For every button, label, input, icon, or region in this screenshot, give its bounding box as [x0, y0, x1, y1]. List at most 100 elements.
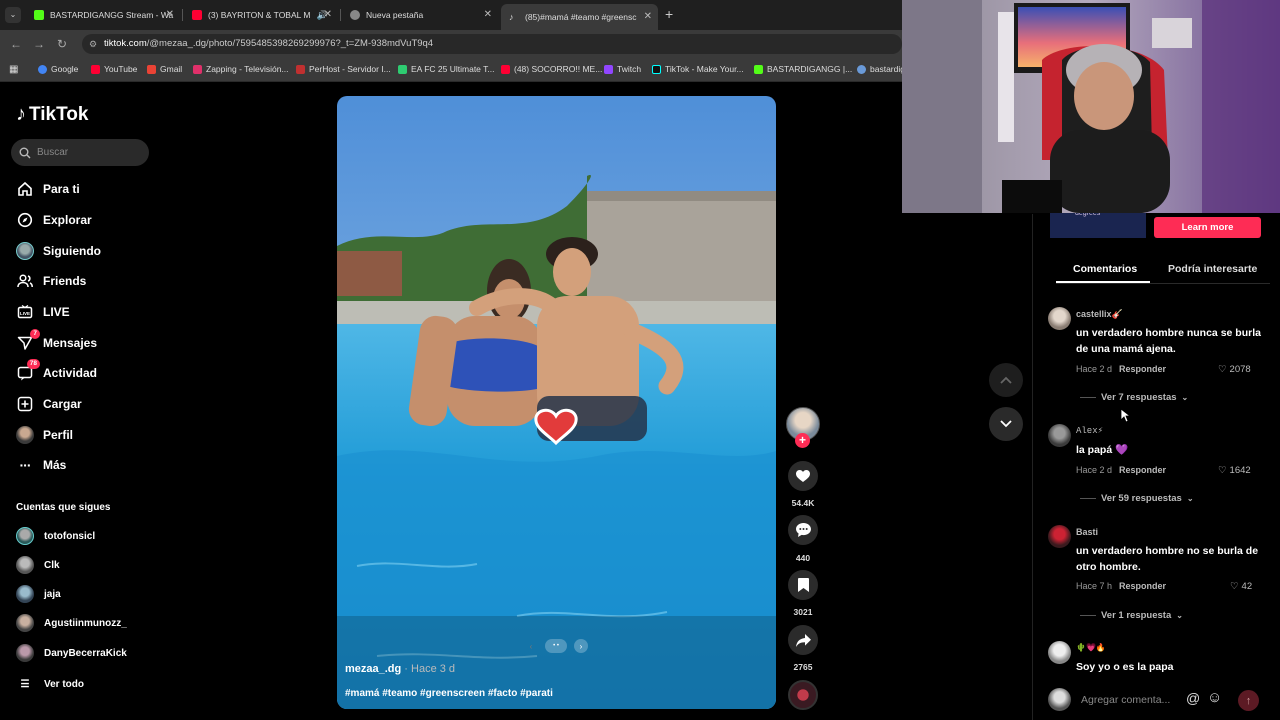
kick-icon: [754, 64, 763, 74]
save-button[interactable]: [788, 570, 818, 600]
nav-live[interactable]: LIVE LIVE: [16, 302, 70, 322]
comment-like-button[interactable]: ♡ 1642: [1218, 465, 1251, 476]
new-tab-button[interactable]: +: [665, 6, 673, 22]
comment-username[interactable]: castellix🎸: [1076, 309, 1123, 320]
heart-outline-icon: ♡: [1218, 465, 1227, 476]
nav-mensajes[interactable]: 7 Mensajes: [16, 329, 97, 353]
bookmark-bastardig[interactable]: bastardig: [857, 64, 905, 74]
bookmark-perhost[interactable]: PerHost - Servidor I...: [296, 64, 391, 74]
reply-button[interactable]: Responder: [1119, 364, 1166, 374]
carousel-next-icon[interactable]: ›: [574, 639, 588, 653]
avatar[interactable]: [1048, 307, 1071, 330]
see-all-following[interactable]: ☰ Ver todo: [16, 675, 85, 693]
reply-button[interactable]: Responder: [1119, 465, 1166, 475]
mention-icon[interactable]: @: [1186, 690, 1200, 706]
carousel-prev-icon[interactable]: ‹: [524, 639, 538, 653]
avatar[interactable]: [1048, 525, 1071, 548]
like-button[interactable]: [788, 461, 818, 491]
apps-grid-icon[interactable]: ▦: [9, 64, 18, 75]
reload-icon[interactable]: ↻: [57, 37, 67, 51]
forward-arrow-icon[interactable]: →: [33, 37, 45, 51]
comment-username[interactable]: 🌵💗🔥: [1076, 643, 1106, 652]
browser-tab-youtube[interactable]: (3) BAYRITON & TOBAL M 🔊 ✕: [184, 4, 338, 26]
twitch-icon: [604, 64, 613, 74]
comment-text: un verdadero hombre nunca se burla de un…: [1076, 327, 1261, 355]
bookmark-bastardigangg[interactable]: BASTARDIGANGG |...: [754, 64, 852, 74]
previous-post-button[interactable]: [989, 363, 1023, 397]
bookmark-socorro[interactable]: (48) SOCORRO!! ME...: [501, 64, 602, 74]
send-comment-button[interactable]: ↑: [1238, 690, 1259, 711]
close-icon[interactable]: ✕: [484, 9, 492, 20]
avatar[interactable]: [1048, 424, 1071, 447]
chrome-favicon-icon: [350, 10, 360, 20]
upload-icon: [16, 395, 34, 413]
post-username[interactable]: mezaa_.dg: [345, 663, 401, 675]
browser-tab-new[interactable]: Nueva pestaña ✕: [342, 4, 498, 26]
tab-comentarios[interactable]: Comentarios: [1073, 263, 1137, 275]
view-replies-button[interactable]: Ver 7 respuestas ⌄: [1080, 392, 1188, 403]
site-info-icon[interactable]: ⚙: [89, 34, 97, 54]
browser-tab-kick[interactable]: BASTARDIGANGG Stream - Wa ✕: [26, 4, 180, 26]
emoji-icon[interactable]: ☺: [1207, 689, 1222, 706]
following-account[interactable]: Agustiinmunozz_: [16, 614, 127, 632]
comment-like-button[interactable]: ♡ 42: [1230, 581, 1252, 592]
comment-like-button[interactable]: ♡ 2078: [1218, 364, 1251, 375]
nav-actividad[interactable]: 78 Actividad: [16, 359, 97, 383]
bookmark-google[interactable]: Google: [38, 64, 78, 74]
post-image: [337, 96, 776, 709]
browser-tab-tiktok[interactable]: ♪ (85)#mamá #teamo #greenscre ✕: [501, 4, 658, 30]
nav-explorar[interactable]: Explorar: [16, 210, 92, 230]
tab-title: (85)#mamá #teamo #greenscre: [525, 12, 637, 22]
back-arrow-icon[interactable]: ←: [10, 37, 22, 51]
arrow-up-icon: ↑: [1245, 694, 1252, 707]
following-account[interactable]: DanyBecerraKick: [16, 644, 127, 662]
bookmark-eafc[interactable]: EA FC 25 Ultimate T...: [398, 64, 494, 74]
close-icon[interactable]: ✕: [166, 9, 174, 20]
avatar[interactable]: [1048, 641, 1071, 664]
nav-perfil[interactable]: Perfil: [16, 425, 73, 445]
share-count: 2765: [793, 662, 813, 672]
nav-friends[interactable]: Friends: [16, 271, 86, 291]
bookmark-tiktok[interactable]: TikTok - Make Your...: [652, 64, 744, 74]
view-replies-button[interactable]: Ver 1 respuesta ⌄: [1080, 610, 1183, 621]
tab-podria-interesarte[interactable]: Podría interesarte: [1168, 263, 1257, 275]
home-icon: [16, 180, 34, 198]
learn-more-button[interactable]: Learn more: [1154, 217, 1261, 238]
comment-button[interactable]: [788, 515, 818, 545]
follow-plus-icon[interactable]: +: [795, 433, 810, 448]
bookmark-youtube[interactable]: YouTube: [91, 64, 137, 74]
tiktok-logo[interactable]: ♪ TikTok: [16, 103, 88, 126]
nav-siguiendo[interactable]: Siguiendo: [16, 241, 101, 261]
tiktok-favicon-icon: ♪: [509, 12, 514, 22]
comment-input[interactable]: Agregar comenta...: [1076, 688, 1226, 712]
tab-title: BASTARDIGANGG Stream - Wa: [50, 10, 174, 20]
comment-username[interactable]: Alex⚡: [1076, 426, 1103, 436]
like-count: 54.4K: [791, 498, 815, 508]
following-account[interactable]: totofonsicl: [16, 527, 95, 545]
bookmark-gmail[interactable]: Gmail: [147, 64, 182, 74]
close-icon[interactable]: ✕: [324, 9, 332, 20]
share-button[interactable]: [788, 625, 818, 655]
reply-button[interactable]: Responder: [1119, 581, 1166, 591]
comment-username[interactable]: Basti: [1076, 527, 1098, 537]
post-photo[interactable]: [337, 96, 776, 709]
next-post-button[interactable]: [989, 407, 1023, 441]
bookmark-zapping[interactable]: Zapping - Televisión...: [193, 64, 289, 74]
close-icon[interactable]: ✕: [644, 11, 652, 22]
sound-disc-icon[interactable]: [788, 680, 818, 710]
tab-list-button[interactable]: ⌄: [5, 7, 21, 23]
more-icon: ···: [19, 457, 32, 473]
nav-para-ti[interactable]: Para ti: [16, 179, 80, 199]
bookmark-twitch[interactable]: Twitch: [604, 64, 641, 74]
following-account[interactable]: jaja: [16, 585, 61, 603]
nav-mas[interactable]: ··· Más: [16, 455, 67, 475]
comment-text: Soy yo o es la papa: [1076, 661, 1174, 673]
following-account[interactable]: Clk: [16, 556, 60, 574]
nav-cargar[interactable]: Cargar: [16, 394, 82, 414]
post-hashtags[interactable]: #mamá #teamo #greenscreen #facto #parati: [345, 688, 553, 699]
url-field[interactable]: ⚙ tiktok.com/@mezaa_.dg/photo/7595485398…: [82, 34, 902, 54]
eafc-icon: [398, 64, 407, 74]
view-replies-button[interactable]: Ver 59 respuestas ⌄: [1080, 493, 1194, 504]
search-input[interactable]: Buscar: [11, 139, 149, 166]
chevron-down-icon: ⌄: [1176, 611, 1183, 620]
